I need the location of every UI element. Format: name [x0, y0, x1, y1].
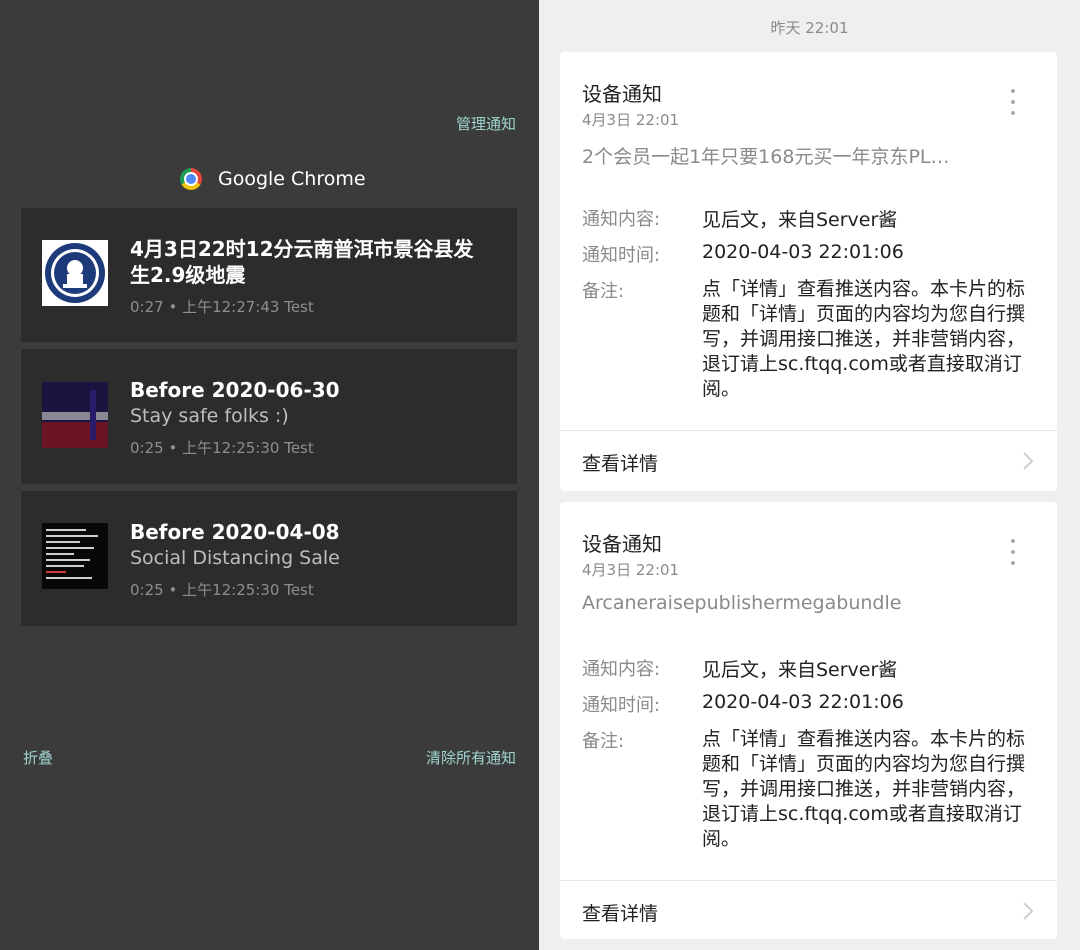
card-subtitle: Arcaneraisepublishermegabundle	[582, 592, 902, 614]
card-divider	[560, 430, 1057, 431]
app-header: Google Chrome	[180, 166, 366, 192]
collapse-button[interactable]: 折叠	[23, 747, 53, 768]
notification-meta: 0:25 • 上午12:25:30 Test	[130, 581, 314, 599]
notification-body: Stay safe folks :)	[130, 405, 289, 427]
time-value: 2020-04-03 22:01:06	[702, 241, 904, 263]
notification-item[interactable]: Before 2020-04-08 Social Distancing Sale…	[21, 491, 517, 626]
notification-thumbnail	[42, 382, 108, 448]
more-options-icon[interactable]	[1011, 89, 1015, 117]
more-options-icon[interactable]	[1011, 539, 1015, 567]
content-label: 通知内容:	[582, 659, 661, 680]
seismic-bureau-logo-icon	[42, 240, 108, 306]
card-date: 4月3日 22:01	[582, 111, 680, 129]
card-subtitle: 2个会员一起1年只要168元买一年京东PL…	[582, 146, 950, 168]
manage-notifications-button[interactable]: 管理通知	[456, 113, 516, 134]
content-value: 见后文，来自Server酱	[702, 209, 898, 231]
card-title: 设备通知	[582, 532, 662, 556]
view-details-button[interactable]: 查看详情	[582, 449, 658, 476]
device-notification-card[interactable]: 设备通知 4月3日 22:01 2个会员一起1年只要168元买一年京东PL… 通…	[560, 52, 1057, 491]
notification-title: 4月3日22时12分云南普洱市景谷县发生2.9级地震	[130, 237, 474, 287]
notification-body: Social Distancing Sale	[130, 547, 340, 569]
notification-item[interactable]: 4月3日22时12分云南普洱市景谷县发生2.9级地震 0:27 • 上午12:2…	[21, 208, 517, 342]
chevron-right-icon	[1021, 451, 1035, 471]
note-value: 点「详情」查看推送内容。本卡片的标题和「详情」页面的内容均为您自行撰写，并调用接…	[702, 278, 1026, 400]
notification-title: Before 2020-04-08	[130, 520, 340, 544]
notification-meta: 0:25 • 上午12:25:30 Test	[130, 439, 314, 457]
notification-meta: 0:27 • 上午12:27:43 Test	[130, 298, 314, 316]
notification-shade: 管理通知 Google Chrome 4月3日22时12分云南普洱市景谷县发生2…	[0, 0, 539, 950]
notification-item[interactable]: Before 2020-06-30 Stay safe folks :) 0:2…	[21, 349, 517, 484]
device-notification-card[interactable]: 设备通知 4月3日 22:01 Arcaneraisepublishermega…	[560, 502, 1057, 939]
note-value: 点「详情」查看推送内容。本卡片的标题和「详情」页面的内容均为您自行撰写，并调用接…	[702, 728, 1026, 850]
chevron-right-icon	[1021, 901, 1035, 921]
card-divider	[560, 880, 1057, 881]
time-label: 通知时间:	[582, 245, 661, 266]
app-name: Google Chrome	[218, 168, 366, 190]
wechat-service-panel: 昨天 22:01 设备通知 4月3日 22:01 2个会员一起1年只要168元买…	[539, 0, 1080, 950]
card-title: 设备通知	[582, 82, 662, 106]
note-label: 备注:	[582, 731, 625, 752]
date-header: 昨天 22:01	[770, 19, 849, 37]
time-label: 通知时间:	[582, 695, 661, 716]
notification-thumbnail	[42, 523, 108, 589]
content-label: 通知内容:	[582, 209, 661, 230]
notification-title: Before 2020-06-30	[130, 378, 340, 402]
clear-all-button[interactable]: 清除所有通知	[426, 747, 516, 768]
time-value: 2020-04-03 22:01:06	[702, 691, 904, 713]
card-date: 4月3日 22:01	[582, 561, 680, 579]
view-details-button[interactable]: 查看详情	[582, 899, 658, 926]
content-value: 见后文，来自Server酱	[702, 659, 898, 681]
note-label: 备注:	[582, 281, 625, 302]
chrome-icon	[180, 168, 202, 190]
